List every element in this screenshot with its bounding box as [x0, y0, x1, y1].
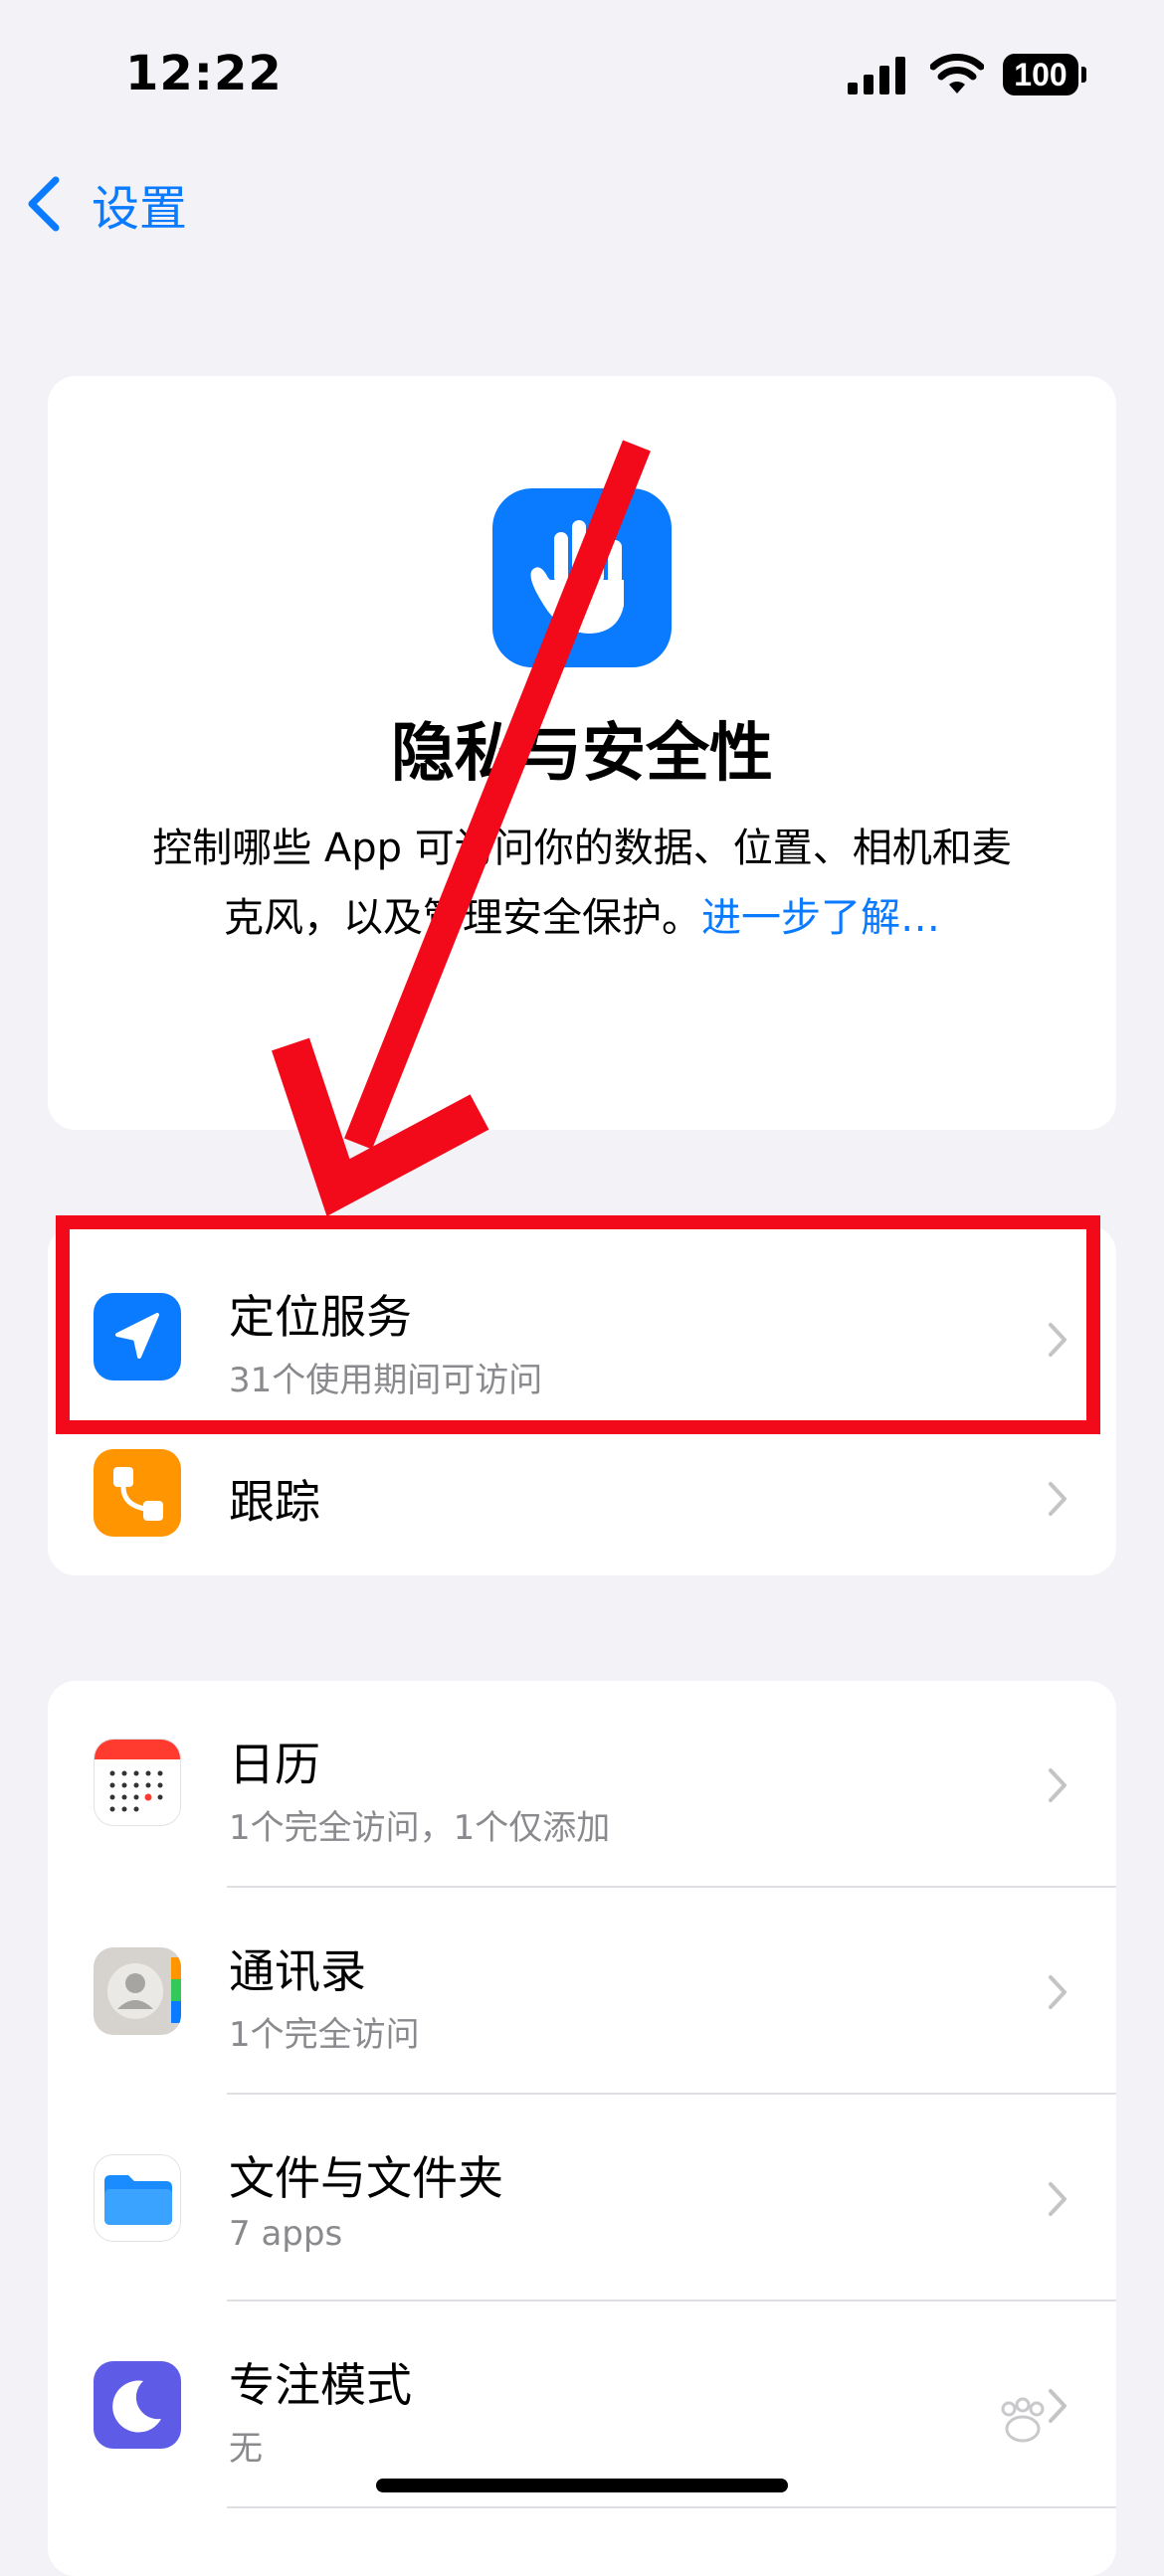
- privacy-header-card: 隐私与安全性 控制哪些 App 可访问你的数据、位置、相机和麦克风，以及管理安全…: [48, 376, 1116, 1130]
- back-label: 设置: [92, 181, 188, 237]
- row-focus-mode[interactable]: 专注模式 无: [48, 2301, 1116, 2508]
- row-contacts[interactable]: 通讯录 1个完全访问: [48, 1888, 1116, 2095]
- calendar-icon: [94, 1739, 181, 1826]
- battery-cap: [1081, 67, 1086, 83]
- page-title: 隐私与安全性: [391, 717, 773, 791]
- wifi-icon: [930, 54, 984, 93]
- status-time: 12:22: [125, 46, 283, 101]
- privacy-description: 控制哪些 App 可访问你的数据、位置、相机和麦克风，以及管理安全保护。进一步了…: [137, 814, 1027, 953]
- row-calendar[interactable]: 日历 1个完全访问，1个仅添加: [48, 1681, 1116, 1888]
- row-title: 跟踪: [229, 1475, 320, 1529]
- row-files-folders[interactable]: 文件与文件夹 7 apps: [48, 2095, 1116, 2301]
- privacy-hand-icon: [492, 488, 672, 667]
- chevron-right-icon: [1049, 1975, 1067, 2009]
- back-button[interactable]: 设置: [24, 169, 187, 239]
- row-title: 文件与文件夹: [229, 2151, 503, 2205]
- row-subtitle: 31个使用期间可访问: [229, 1361, 543, 1400]
- row-subtitle: 7 apps: [229, 2214, 343, 2254]
- files-folder-icon: [94, 2154, 181, 2242]
- tracking-icon: [94, 1449, 181, 1537]
- row-separator: [227, 2506, 1116, 2508]
- row-title: 通讯录: [229, 1944, 366, 1998]
- row-subtitle: 1个完全访问，1个仅添加: [229, 1808, 611, 1848]
- row-subtitle: 无: [229, 2429, 263, 2469]
- row-title: 日历: [229, 1738, 320, 1791]
- battery-icon: 100: [1003, 54, 1078, 95]
- app-permissions-group: 日历 1个完全访问，1个仅添加 通讯录 1个完全访问 文件与文件夹 7 apps…: [48, 1681, 1116, 2576]
- row-tracking[interactable]: 跟踪: [48, 1424, 1116, 1575]
- chevron-right-icon: [1049, 1323, 1067, 1357]
- location-arrow-icon: [94, 1293, 181, 1380]
- home-indicator: [376, 2479, 788, 2492]
- chevron-right-icon: [1049, 1768, 1067, 1802]
- status-bar: 12:22 100: [0, 0, 1164, 149]
- cellular-signal-icon: [848, 57, 905, 94]
- contacts-icon: [94, 1947, 181, 2035]
- row-title: 专注模式: [229, 2358, 412, 2412]
- chevron-right-icon: [1049, 2389, 1067, 2423]
- row-location-services[interactable]: 定位服务 31个使用期间可访问: [48, 1225, 1116, 1424]
- learn-more-link[interactable]: 进一步了解…: [701, 895, 940, 941]
- location-tracking-group: 定位服务 31个使用期间可访问 跟踪: [48, 1225, 1116, 1575]
- focus-moon-icon: [94, 2361, 181, 2449]
- chevron-right-icon: [1049, 2182, 1067, 2216]
- chevron-right-icon: [1049, 1482, 1067, 1516]
- chevron-left-icon: [28, 176, 60, 232]
- row-title: 定位服务: [229, 1290, 412, 1344]
- row-subtitle: 1个完全访问: [229, 2015, 420, 2055]
